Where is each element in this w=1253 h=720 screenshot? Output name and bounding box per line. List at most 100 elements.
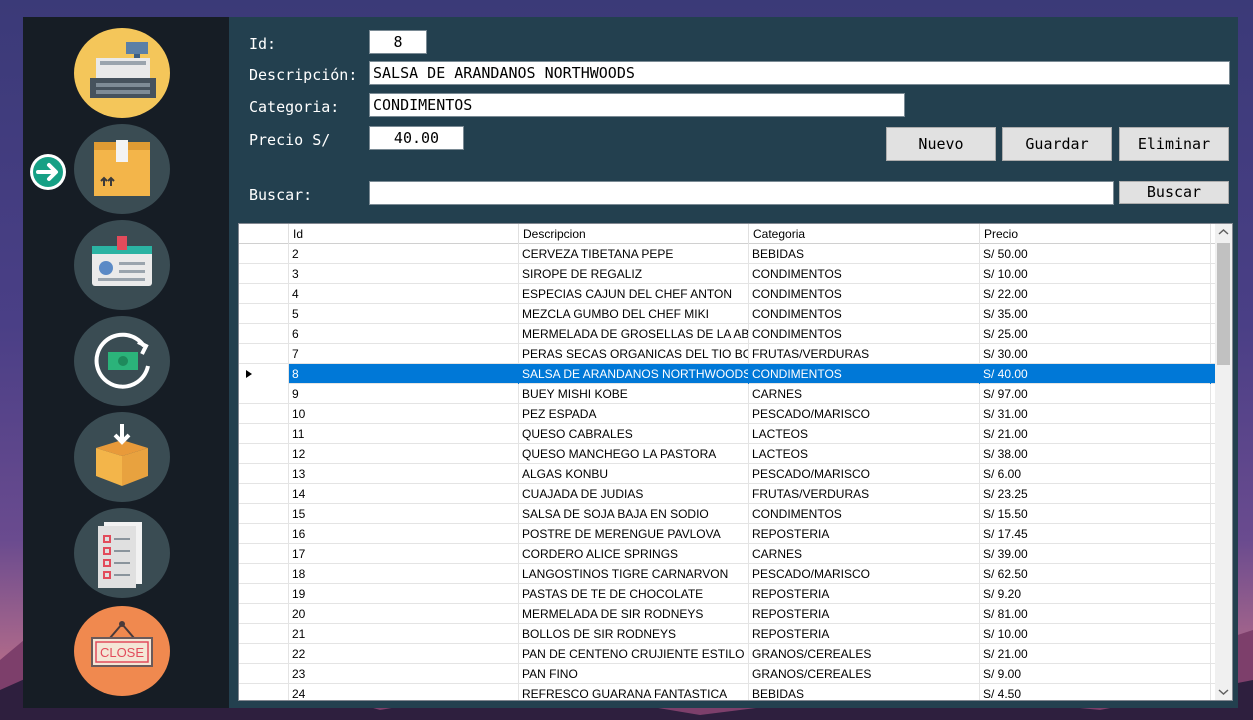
cell-descripcion[interactable]: POSTRE DE MERENGUE PAVLOVA — [519, 524, 749, 544]
row-header[interactable] — [239, 504, 289, 524]
table-row[interactable]: 9 BUEY MISHI KOBE CARNES S/ 97.00 — [239, 384, 1219, 404]
cell-descripcion[interactable]: CORDERO ALICE SPRINGS — [519, 544, 749, 564]
cell-precio[interactable]: S/ 21.00 — [980, 424, 1211, 444]
cell-categoria[interactable]: REPOSTERIA — [749, 524, 980, 544]
cell-precio[interactable]: S/ 10.00 — [980, 624, 1211, 644]
product-box-icon[interactable] — [74, 124, 170, 214]
cell-descripcion[interactable]: BUEY MISHI KOBE — [519, 384, 749, 404]
cell-categoria[interactable]: PESCADO/MARISCO — [749, 464, 980, 484]
price-field[interactable]: 40.00 — [369, 126, 464, 150]
cell-descripcion[interactable]: REFRESCO GUARANA FANTASTICA — [519, 684, 749, 700]
cell-categoria[interactable]: REPOSTERIA — [749, 624, 980, 644]
cell-descripcion[interactable]: ESPECIAS CAJUN DEL CHEF ANTON — [519, 284, 749, 304]
row-header[interactable] — [239, 244, 289, 264]
row-header[interactable] — [239, 344, 289, 364]
cell-id[interactable]: 24 — [289, 684, 519, 700]
table-row[interactable]: 8 SALSA DE ARANDANOS NORTHWOODS CONDIMENTO… — [239, 364, 1219, 384]
cell-id[interactable]: 11 — [289, 424, 519, 444]
cell-id[interactable]: 6 — [289, 324, 519, 344]
cell-id[interactable]: 5 — [289, 304, 519, 324]
row-header[interactable] — [239, 284, 289, 304]
delete-button[interactable]: Eliminar — [1119, 127, 1229, 161]
new-button[interactable]: Nuevo — [886, 127, 996, 161]
row-header[interactable] — [239, 324, 289, 344]
cell-precio[interactable]: S/ 35.00 — [980, 304, 1211, 324]
cell-descripcion[interactable]: QUESO MANCHEGO LA PASTORA — [519, 444, 749, 464]
inbound-box-icon[interactable] — [74, 412, 170, 502]
scroll-up-icon[interactable] — [1218, 228, 1229, 236]
cell-descripcion[interactable]: PERAS SECAS ORGANICAS DEL TIO BOB — [519, 344, 749, 364]
table-row[interactable]: 12 QUESO MANCHEGO LA PASTORA LACTEOS S/ 38.… — [239, 444, 1219, 464]
description-field[interactable]: SALSA DE ARANDANOS NORTHWOODS — [369, 61, 1230, 85]
cell-categoria[interactable]: REPOSTERIA — [749, 604, 980, 624]
cell-id[interactable]: 4 — [289, 284, 519, 304]
cell-categoria[interactable]: LACTEOS — [749, 444, 980, 464]
cell-precio[interactable]: S/ 97.00 — [980, 384, 1211, 404]
row-header[interactable] — [239, 604, 289, 624]
close-sign-icon[interactable]: CLOSE — [74, 606, 170, 696]
row-header[interactable] — [239, 684, 289, 700]
cell-descripcion[interactable]: PAN DE CENTENO CRUJIENTE ESTILO G... — [519, 644, 749, 664]
cell-categoria[interactable]: CARNES — [749, 544, 980, 564]
row-header[interactable] — [239, 564, 289, 584]
row-header[interactable] — [239, 264, 289, 284]
cell-precio[interactable]: S/ 22.00 — [980, 284, 1211, 304]
cell-id[interactable]: 23 — [289, 664, 519, 684]
cell-categoria[interactable]: CONDIMENTOS — [749, 324, 980, 344]
cell-precio[interactable]: S/ 17.45 — [980, 524, 1211, 544]
cell-id[interactable]: 15 — [289, 504, 519, 524]
cell-descripcion[interactable]: ALGAS KONBU — [519, 464, 749, 484]
table-row[interactable]: 24 REFRESCO GUARANA FANTASTICA BEBIDAS S/ 4… — [239, 684, 1219, 700]
search-input[interactable] — [369, 181, 1114, 205]
cell-descripcion[interactable]: CUAJADA DE JUDIAS — [519, 484, 749, 504]
cell-precio[interactable]: S/ 25.00 — [980, 324, 1211, 344]
cell-precio[interactable]: S/ 81.00 — [980, 604, 1211, 624]
cell-precio[interactable]: S/ 39.00 — [980, 544, 1211, 564]
table-row[interactable]: 7 PERAS SECAS ORGANICAS DEL TIO BOB FRUTAS… — [239, 344, 1219, 364]
cell-id[interactable]: 9 — [289, 384, 519, 404]
cell-precio[interactable]: S/ 9.20 — [980, 584, 1211, 604]
cell-precio[interactable]: S/ 23.25 — [980, 484, 1211, 504]
cell-precio[interactable]: S/ 30.00 — [980, 344, 1211, 364]
cell-precio[interactable]: S/ 50.00 — [980, 244, 1211, 264]
cell-categoria[interactable]: PESCADO/MARISCO — [749, 564, 980, 584]
cell-id[interactable]: 18 — [289, 564, 519, 584]
cell-descripcion[interactable]: QUESO CABRALES — [519, 424, 749, 444]
cell-descripcion[interactable]: SALSA DE ARANDANOS NORTHWOODS — [519, 364, 749, 384]
row-header[interactable] — [239, 364, 289, 384]
table-row[interactable]: 4 ESPECIAS CAJUN DEL CHEF ANTON CONDIMENTO… — [239, 284, 1219, 304]
table-row[interactable]: 6 MERMELADA DE GROSELLAS DE LA ABU... COND… — [239, 324, 1219, 344]
scrollbar-thumb[interactable] — [1217, 243, 1230, 365]
cell-categoria[interactable]: BEBIDAS — [749, 684, 980, 700]
row-header[interactable] — [239, 524, 289, 544]
cell-precio[interactable]: S/ 21.00 — [980, 644, 1211, 664]
cell-categoria[interactable]: CONDIMENTOS — [749, 304, 980, 324]
cell-categoria[interactable]: GRANOS/CEREALES — [749, 644, 980, 664]
column-header-categoria[interactable]: Categoria — [749, 224, 980, 244]
cell-descripcion[interactable]: LANGOSTINOS TIGRE CARNARVON — [519, 564, 749, 584]
cell-categoria[interactable]: CONDIMENTOS — [749, 364, 980, 384]
cell-id[interactable]: 3 — [289, 264, 519, 284]
cell-categoria[interactable]: PESCADO/MARISCO — [749, 404, 980, 424]
cell-id[interactable]: 13 — [289, 464, 519, 484]
row-header[interactable] — [239, 444, 289, 464]
row-header[interactable] — [239, 424, 289, 444]
cell-descripcion[interactable]: BOLLOS DE SIR RODNEYS — [519, 624, 749, 644]
table-row[interactable]: 11 QUESO CABRALES LACTEOS S/ 21.00 — [239, 424, 1219, 444]
table-row[interactable]: 13 ALGAS KONBU PESCADO/MARISCO S/ 6.00 — [239, 464, 1219, 484]
column-header-id[interactable]: Id — [289, 224, 519, 244]
cell-id[interactable]: 8 — [289, 364, 519, 384]
row-header[interactable] — [239, 544, 289, 564]
cell-categoria[interactable]: CARNES — [749, 384, 980, 404]
cell-precio[interactable]: S/ 4.50 — [980, 684, 1211, 700]
table-row[interactable]: 10 PEZ ESPADA PESCADO/MARISCO S/ 31.00 — [239, 404, 1219, 424]
cell-id[interactable]: 17 — [289, 544, 519, 564]
cell-descripcion[interactable]: PASTAS DE TE DE CHOCOLATE — [519, 584, 749, 604]
cell-categoria[interactable]: FRUTAS/VERDURAS — [749, 484, 980, 504]
cell-id[interactable]: 21 — [289, 624, 519, 644]
cell-descripcion[interactable]: PEZ ESPADA — [519, 404, 749, 424]
cell-id[interactable]: 10 — [289, 404, 519, 424]
row-header[interactable] — [239, 664, 289, 684]
cell-categoria[interactable]: BEBIDAS — [749, 244, 980, 264]
cell-categoria[interactable]: CONDIMENTOS — [749, 284, 980, 304]
